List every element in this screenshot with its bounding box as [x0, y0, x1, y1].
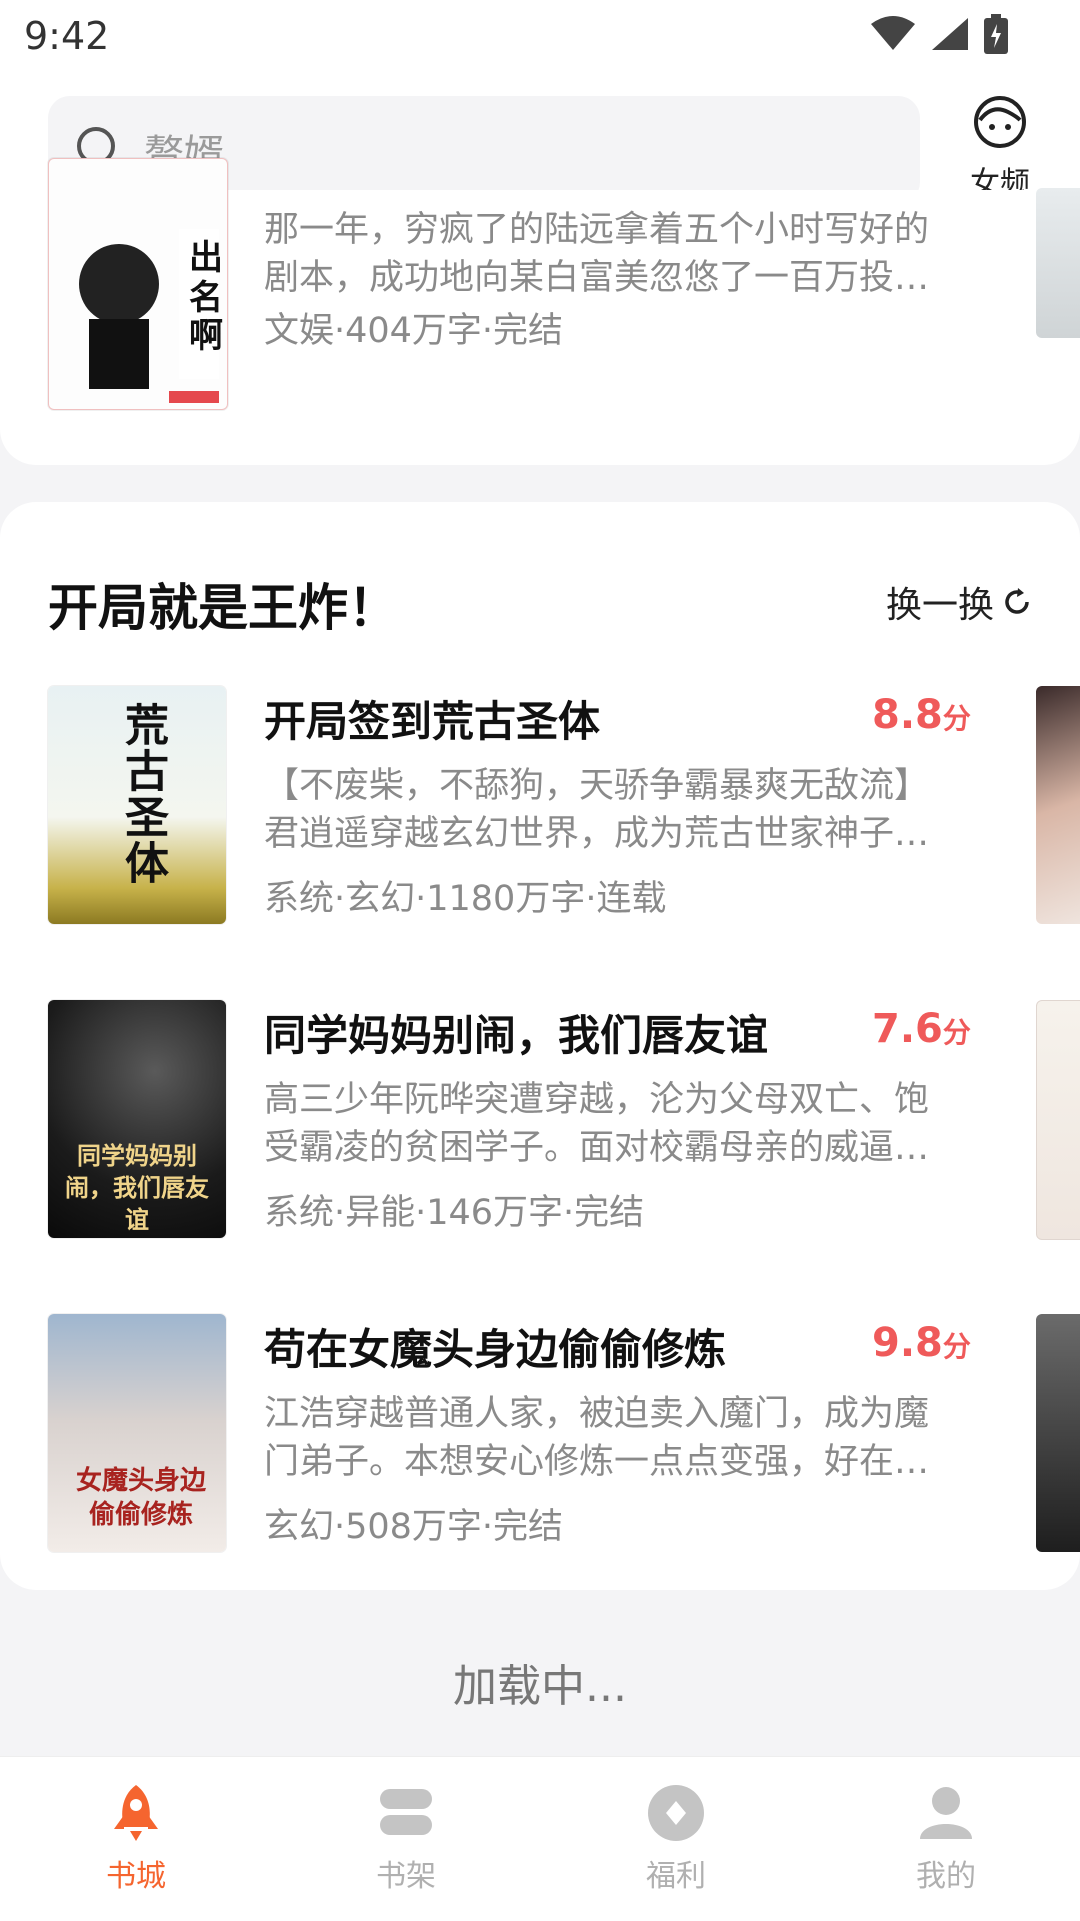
loading-indicator: 加载中...	[453, 1661, 627, 1712]
diamond-icon	[648, 1785, 704, 1841]
cover-title: 女魔头身边偷偷修炼	[75, 1466, 206, 1530]
book-meta: 系统·异能·146万字·完结	[264, 1193, 645, 1233]
nav-bookstore[interactable]: 书城	[66, 1781, 206, 1895]
book-description: 那一年，穷疯了的陆远拿着五个小时写好的剧本，成功地向某白富美忽悠了一百万投…	[264, 210, 930, 298]
status-icons	[870, 14, 1008, 54]
next-book-peek[interactable]	[1036, 188, 1080, 338]
book-description: 江浩穿越普通人家，被迫卖入魔门，成为魔门弟子。本想安心修炼一点点变强，好在…	[264, 1394, 930, 1482]
section-card: 开局就是王炸！ 换一换 荒古圣体 开局签到荒古圣体 8.8分 【不废柴，不舔狗，…	[0, 502, 1080, 1590]
wifi-icon	[871, 16, 915, 50]
book-title: 苟在女魔头身边偷偷修炼	[264, 1325, 727, 1374]
book-meta: 文娱·404万字·完结	[264, 311, 564, 351]
score-unit: 分	[942, 702, 971, 735]
signal-icon	[932, 18, 968, 50]
bottom-navigation: 书城 书架 福利 我的	[0, 1756, 1080, 1921]
next-book-peek[interactable]	[1036, 1314, 1080, 1552]
book-score: 9.8分	[872, 1320, 971, 1366]
nav-label: 书城	[106, 1859, 166, 1894]
book-description: 高三少年阮晔突遭穿越，沦为父母双亡、饱受霸凌的贫困学子。面对校霸母亲的威逼…	[264, 1080, 930, 1168]
section-title: 开局就是王炸！	[48, 579, 398, 637]
refresh-icon	[1005, 588, 1029, 614]
score-value: 8.8	[872, 692, 943, 738]
rocket-icon	[114, 1785, 158, 1841]
battery-icon	[984, 14, 1008, 54]
score-unit: 分	[942, 1016, 971, 1049]
book-score: 7.6分	[872, 1006, 971, 1052]
score-value: 9.8	[872, 1320, 943, 1366]
score-value: 7.6	[872, 1006, 943, 1052]
book-item[interactable]: 同学妈妈别闹，我们唇友谊 同学妈妈别闹，我们唇友谊 7.6分 高三少年阮晔突遭穿…	[0, 1000, 1080, 1240]
status-time: 9:42	[24, 14, 110, 58]
previous-section-card: 出 名 啊 那一年，穷疯了的陆远拿着五个小时写好的剧本，成功地向某白富美忽悠了一…	[0, 158, 1080, 465]
book-cover: 同学妈妈别闹，我们唇友谊	[48, 1000, 226, 1238]
nav-label: 我的	[916, 1859, 976, 1894]
svg-text:啊: 啊	[189, 316, 223, 356]
nav-profile[interactable]: 我的	[876, 1781, 1016, 1895]
refresh-label: 换一换	[885, 585, 994, 626]
book-title: 开局签到荒古圣体	[264, 697, 601, 746]
refresh-button[interactable]: 换一换	[886, 576, 1032, 628]
status-bar: 9:42	[0, 0, 1080, 70]
nav-label: 福利	[646, 1859, 706, 1894]
svg-text:出: 出	[189, 238, 223, 278]
person-icon	[920, 1787, 972, 1839]
next-book-peek[interactable]	[1036, 686, 1080, 924]
book-cover[interactable]: 出 名 啊	[48, 158, 228, 410]
girl-face-icon	[974, 96, 1026, 148]
book-meta: 玄幻·508万字·完结	[264, 1507, 564, 1547]
book-description: 【不废柴，不舔狗，天骄争霸暴爽无敌流】君逍遥穿越玄幻世界，成为荒古世家神子…	[264, 766, 930, 854]
book-cover: 荒古圣体	[48, 686, 226, 924]
book-title: 同学妈妈别闹，我们唇友谊	[264, 1011, 769, 1060]
cover-title: 荒古圣体	[117, 702, 168, 886]
svg-text:名: 名	[189, 278, 223, 318]
score-unit: 分	[942, 1330, 971, 1363]
nav-welfare[interactable]: 福利	[606, 1781, 746, 1895]
cover-title: 同学妈妈别闹，我们唇友谊	[65, 1142, 209, 1234]
cover-art: 出 名 啊	[79, 229, 223, 403]
nav-label: 书架	[376, 1859, 436, 1894]
book-cover: 女魔头身边偷偷修炼	[48, 1314, 226, 1552]
nav-bookshelf[interactable]: 书架	[336, 1781, 476, 1895]
bookshelf-icon	[380, 1789, 432, 1835]
book-meta: 系统·玄幻·1180万字·连载	[264, 879, 667, 919]
book-item[interactable]: 女魔头身边偷偷修炼 苟在女魔头身边偷偷修炼 9.8分 江浩穿越普通人家，被迫卖入…	[0, 1314, 1080, 1554]
book-item[interactable]: 荒古圣体 开局签到荒古圣体 8.8分 【不废柴，不舔狗，天骄争霸暴爽无敌流】君逍…	[0, 686, 1080, 926]
female-channel-button[interactable]: 女频	[940, 94, 1060, 202]
book-score: 8.8分	[872, 692, 971, 738]
next-book-peek[interactable]	[1036, 1000, 1080, 1240]
